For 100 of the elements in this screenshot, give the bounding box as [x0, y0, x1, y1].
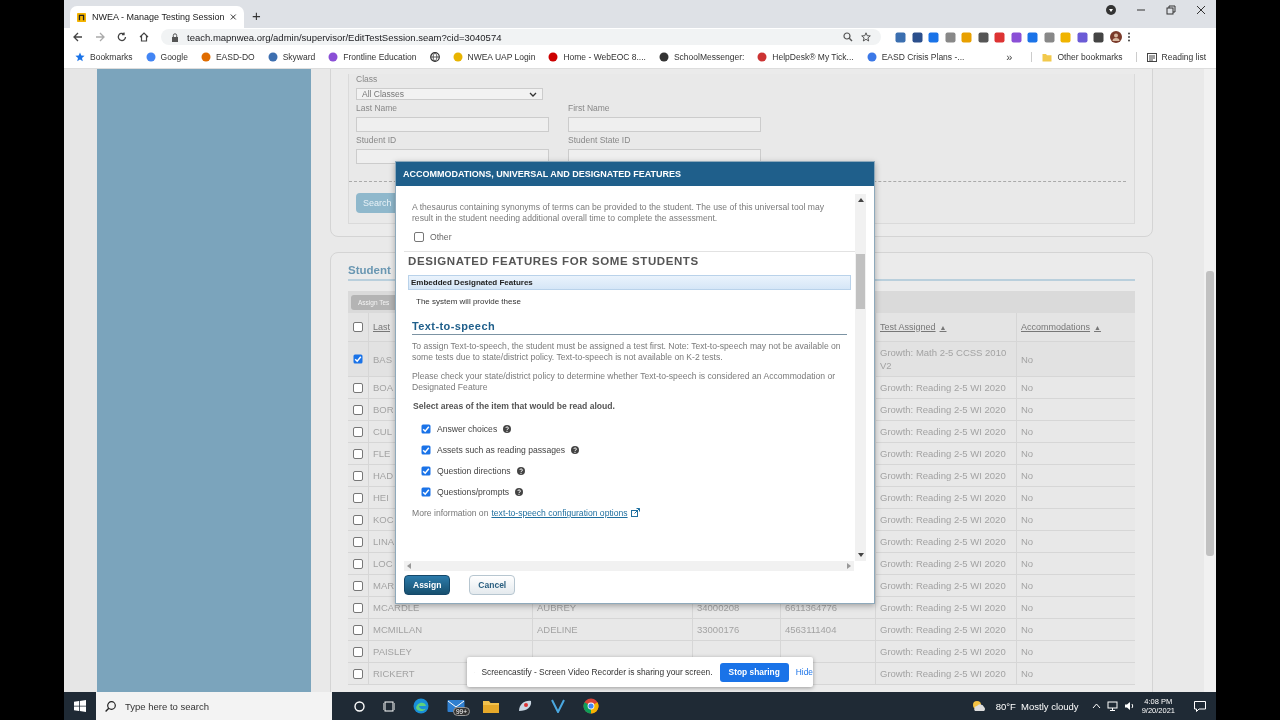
checkbox[interactable] — [353, 382, 363, 393]
text-input-field[interactable] — [568, 117, 761, 132]
app-icon[interactable] — [517, 699, 533, 713]
checkbox[interactable] — [353, 602, 363, 613]
extension-icon[interactable] — [928, 31, 939, 43]
checkbox[interactable] — [353, 354, 363, 364]
close-icon[interactable] — [1196, 5, 1206, 15]
address-bar[interactable]: teach.mapnwea.org/admin/supervisor/EditTestSession.seam?cid=3040574 — [161, 29, 881, 45]
checkbox[interactable] — [353, 580, 363, 591]
bookmark-link[interactable]: Frontline Education — [328, 52, 417, 62]
scroll-up-icon — [857, 198, 864, 202]
cortana-icon[interactable] — [354, 700, 365, 712]
checkbox[interactable] — [353, 624, 363, 635]
profile-avatar-icon[interactable] — [1109, 31, 1122, 43]
bookmark-link[interactable]: EASD Crisis Plans -... — [866, 52, 965, 62]
restore-icon[interactable] — [1166, 5, 1176, 15]
notification-icon[interactable] — [1194, 700, 1206, 712]
help-icon[interactable] — [515, 488, 524, 496]
table-cell: 6611364776 — [785, 601, 838, 614]
extension-icon[interactable] — [895, 31, 906, 43]
file-explorer-icon[interactable] — [483, 699, 499, 713]
weather-text[interactable]: 80°F Mostly cloudy — [995, 700, 1079, 712]
checkbox[interactable] — [421, 445, 431, 455]
menu-icon[interactable] — [1127, 32, 1131, 42]
extension-icon[interactable] — [1076, 31, 1088, 43]
taskbar-search-field[interactable]: Type here to search — [96, 692, 332, 720]
media-control-icon[interactable] — [1106, 5, 1116, 15]
checkbox[interactable] — [353, 668, 363, 679]
close-icon[interactable] — [230, 13, 237, 21]
assign-button[interactable]: Assign — [404, 575, 451, 595]
dialog-scrollbar[interactable] — [855, 194, 866, 561]
checkbox[interactable] — [421, 424, 431, 434]
zoom-icon[interactable] — [843, 32, 853, 42]
scrollbar-thumb[interactable] — [1206, 271, 1214, 556]
home-icon[interactable] — [139, 32, 149, 42]
bookmark-link[interactable]: EASD-DO — [200, 52, 255, 62]
description-text: To assign Text-to-speech, the student must be assigned a test first. Note: Text-to-speech may not be available on some tests due to state/district policy. Text-to-speech is not available on K-2 tests. — [412, 341, 842, 363]
bookmark-link[interactable]: NWEA UAP Login — [452, 52, 536, 62]
search-icon — [105, 700, 116, 712]
config-options-link[interactable]: text-to-speech configuration options — [491, 508, 628, 518]
bookmark-link[interactable]: HelpDesk® My Tick... — [757, 52, 854, 62]
windows-start-icon[interactable] — [74, 700, 86, 712]
task-view-icon[interactable] — [383, 700, 395, 712]
checkbox[interactable] — [353, 426, 363, 437]
extension-icon[interactable] — [994, 31, 1005, 43]
checkbox[interactable] — [353, 448, 363, 459]
help-icon[interactable] — [503, 425, 512, 433]
cancel-button[interactable]: Cancel — [469, 575, 516, 595]
more-bookmarks-button[interactable]: » — [1006, 51, 1013, 63]
site-icon — [267, 52, 278, 62]
table-cell: Growth: Reading 2-5 WI 2020 — [880, 447, 1006, 460]
checkbox[interactable] — [353, 322, 363, 332]
tab-title: NWEA - Manage Testing Session — [92, 12, 225, 22]
checkbox[interactable] — [353, 514, 363, 525]
bookmark-link[interactable]: SchoolMessenger: — [658, 52, 745, 62]
help-icon[interactable] — [571, 446, 580, 454]
extension-icon[interactable] — [1093, 31, 1104, 43]
reading-list-button[interactable]: Reading list — [1135, 52, 1206, 62]
browser-tab[interactable]: NWEA - Manage Testing Session — [70, 6, 244, 28]
site-icon — [200, 52, 211, 62]
checkbox[interactable] — [414, 232, 424, 242]
column-header-link[interactable]: Last — [373, 320, 390, 334]
horizontal-scrollbar[interactable] — [404, 561, 854, 571]
checkbox[interactable] — [353, 536, 363, 547]
bookmark-link[interactable]: Skyward — [267, 52, 316, 62]
page-scrollbar[interactable] — [1204, 69, 1216, 692]
star-icon[interactable] — [861, 32, 871, 42]
edge-browser-icon[interactable] — [413, 698, 429, 714]
app-icon[interactable] — [551, 699, 565, 713]
extension-icon[interactable] — [1010, 31, 1022, 43]
checkbox[interactable] — [353, 646, 363, 657]
bookmark-link[interactable]: Home - WebEOC 8.... — [548, 52, 646, 62]
class-dropdown[interactable]: All Classes — [356, 88, 543, 100]
bookmark-link[interactable]: Google — [145, 52, 188, 62]
checkbox[interactable] — [353, 404, 363, 415]
hide-link[interactable]: Hide — [795, 667, 813, 677]
extension-icon[interactable] — [911, 31, 923, 43]
volume-icon[interactable] — [1123, 701, 1135, 711]
checkbox[interactable] — [421, 466, 431, 476]
new-tab-button[interactable]: + — [252, 7, 261, 24]
checkbox[interactable] — [353, 492, 363, 503]
extension-icon[interactable] — [977, 31, 989, 43]
weather-cloud-icon[interactable] — [970, 700, 987, 712]
table-cell: Growth: Reading 2-5 WI 2020 — [880, 579, 1006, 592]
chevron-up-icon[interactable] — [1091, 703, 1101, 709]
reload-icon[interactable] — [117, 32, 127, 42]
network-icon[interactable] — [1106, 701, 1118, 711]
extension-icon[interactable] — [1027, 31, 1038, 43]
checkbox[interactable] — [353, 558, 363, 569]
text-input-field[interactable] — [356, 117, 549, 132]
stop-sharing-button[interactable]: Stop sharing — [719, 662, 789, 682]
table-cell: No — [1021, 557, 1034, 570]
help-icon[interactable] — [516, 467, 525, 475]
bookmark-link[interactable]: Bookmarks — [75, 52, 133, 62]
bookmark-folder[interactable]: Other bookmarks — [1031, 52, 1123, 62]
back-arrow-icon[interactable] — [73, 32, 83, 42]
checkbox[interactable] — [353, 470, 363, 481]
globe-icon[interactable] — [429, 52, 440, 62]
checkbox[interactable] — [421, 487, 431, 497]
scrollbar-thumb[interactable] — [856, 254, 865, 309]
